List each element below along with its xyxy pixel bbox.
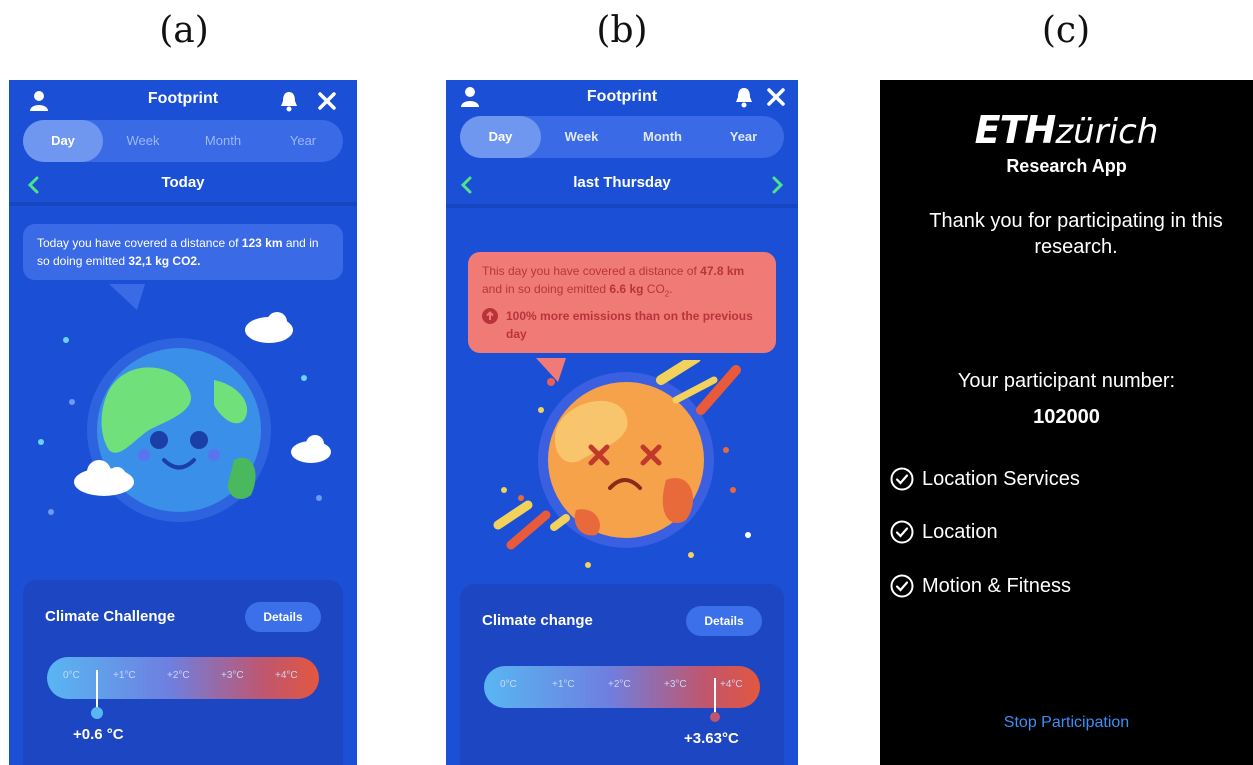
stop-participation-link[interactable]: Stop Participation bbox=[880, 714, 1253, 732]
thanks-text: Thank you for participating in this rese… bbox=[929, 210, 1223, 258]
scale-tick: 0°C bbox=[63, 670, 80, 681]
tab-year[interactable]: Year bbox=[263, 120, 343, 162]
summary-distance: 47.8 km bbox=[700, 264, 745, 278]
scale-tick: +3°C bbox=[664, 679, 687, 690]
footprint-screen-last-thursday: Footprint Day Week Month Year last Thurs… bbox=[446, 80, 798, 765]
card-title: Climate change bbox=[482, 612, 593, 629]
temperature-marker-line bbox=[714, 678, 716, 716]
logo-zurich: zürich bbox=[1055, 112, 1159, 152]
temperature-marker-line bbox=[96, 670, 98, 710]
bell-icon[interactable] bbox=[734, 86, 754, 108]
date-nav: last Thursday bbox=[446, 166, 798, 206]
temperature-marker-dot bbox=[91, 707, 103, 719]
temperature-value: +0.6 °C bbox=[73, 726, 124, 743]
arrow-up-circle-icon bbox=[482, 308, 498, 325]
scale-tick: +2°C bbox=[167, 670, 190, 681]
summary-text-pre: Today you have covered a distance of bbox=[37, 236, 242, 250]
summary-bubble: Today you have covered a distance of 123… bbox=[23, 224, 343, 280]
scale-tick: +2°C bbox=[608, 679, 631, 690]
summary-emission: 6.6 kg bbox=[609, 282, 644, 296]
emission-warning-text: 100% more emissions than on the previous… bbox=[506, 309, 753, 342]
period-tabs: Day Week Month Year bbox=[23, 120, 343, 162]
panel-label-c: (c) bbox=[1041, 10, 1091, 51]
summary-text-mid: and in so doing emitted bbox=[482, 282, 610, 296]
app-title: Footprint bbox=[147, 90, 219, 107]
bubble-tail bbox=[109, 284, 145, 310]
summary-dot: . bbox=[669, 282, 673, 296]
temperature-marker-dot bbox=[710, 712, 720, 722]
sad-planet-illustration bbox=[493, 360, 751, 568]
tab-day[interactable]: Day bbox=[23, 120, 103, 162]
date-title: Today bbox=[161, 174, 205, 191]
climate-card: Climate Challenge Details 0°C +1°C +2°C … bbox=[23, 580, 343, 765]
date-title: last Thursday bbox=[573, 174, 671, 191]
scale-tick: +1°C bbox=[113, 670, 136, 681]
tab-day[interactable]: Day bbox=[460, 116, 541, 158]
tab-week[interactable]: Week bbox=[103, 120, 183, 162]
tab-month[interactable]: Month bbox=[622, 116, 703, 158]
climate-card: Climate change Details 0°C +1°C +2°C +3°… bbox=[460, 584, 784, 765]
logo-eth: ETH bbox=[974, 108, 1057, 152]
permission-item: Motion & Fitness bbox=[890, 572, 1071, 600]
temperature-scale: 0°C +1°C +2°C +3°C +4°C bbox=[47, 657, 319, 699]
permission-label: Motion & Fitness bbox=[922, 574, 1071, 597]
close-icon[interactable] bbox=[766, 87, 786, 107]
scale-tick: +3°C bbox=[221, 670, 244, 681]
permission-label: Location bbox=[922, 520, 998, 543]
emission-warning: 100% more emissions than on the previous… bbox=[482, 307, 762, 343]
details-button[interactable]: Details bbox=[686, 606, 762, 636]
close-icon[interactable] bbox=[317, 91, 337, 111]
tab-week[interactable]: Week bbox=[541, 116, 622, 158]
scale-tick: +4°C bbox=[720, 679, 743, 690]
period-tabs: Day Week Month Year bbox=[460, 116, 784, 158]
eth-research-app-screen: ETHzürich Research App Thank you for par… bbox=[880, 80, 1253, 765]
panel-label-b: (b) bbox=[596, 10, 648, 51]
panel-label-a: (a) bbox=[159, 10, 209, 51]
eth-logo: ETHzürich bbox=[880, 108, 1253, 152]
details-button[interactable]: Details bbox=[245, 602, 321, 632]
app-name: Research App bbox=[1006, 156, 1127, 176]
participant-label: Your participant number: bbox=[957, 370, 1176, 392]
temperature-scale: 0°C +1°C +2°C +3°C +4°C bbox=[484, 666, 760, 708]
tab-year[interactable]: Year bbox=[703, 116, 784, 158]
scale-tick: 0°C bbox=[500, 679, 517, 690]
checkmark-circle-icon bbox=[890, 520, 914, 544]
tab-month[interactable]: Month bbox=[183, 120, 263, 162]
footprint-screen-today: Footprint Day Week Month Year Today Toda… bbox=[9, 80, 357, 765]
checkmark-circle-icon bbox=[890, 574, 914, 598]
scale-tick: +4°C bbox=[275, 670, 298, 681]
summary-distance: 123 km bbox=[241, 236, 283, 250]
bell-icon[interactable] bbox=[279, 90, 299, 112]
permission-item: Location bbox=[890, 518, 998, 546]
scale-tick: +1°C bbox=[552, 679, 575, 690]
summary-emission: 32,1 kg CO2. bbox=[128, 254, 201, 268]
temperature-value: +3.63°C bbox=[684, 730, 739, 747]
chevron-right-icon[interactable] bbox=[770, 176, 784, 194]
permission-label: Location Services bbox=[922, 467, 1080, 490]
summary-text-pre: This day you have covered a distance of bbox=[482, 264, 701, 278]
date-nav: Today bbox=[9, 166, 357, 206]
checkmark-circle-icon bbox=[890, 467, 914, 491]
permission-item: Location Services bbox=[890, 465, 1080, 493]
happy-earth-illustration bbox=[38, 312, 331, 522]
summary-unit: CO bbox=[643, 282, 665, 296]
participant-number: 102000 bbox=[1033, 406, 1100, 428]
summary-bubble: This day you have covered a distance of … bbox=[468, 252, 776, 354]
card-title: Climate Challenge bbox=[45, 608, 176, 625]
